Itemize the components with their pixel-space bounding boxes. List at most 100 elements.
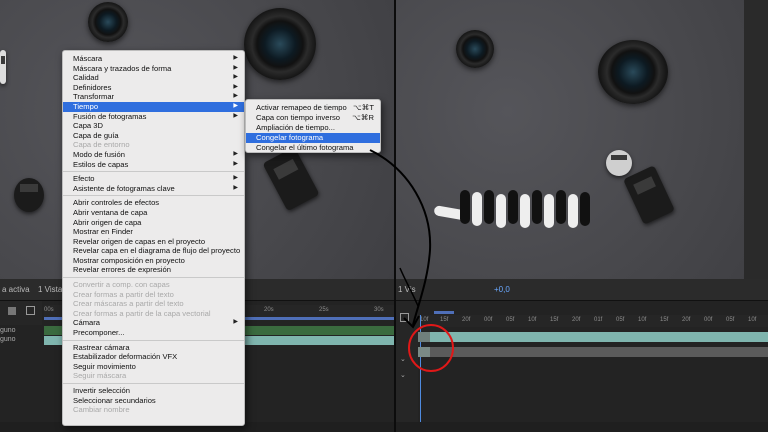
- audio-recorder: [623, 165, 675, 225]
- submenu-item[interactable]: Capa con tiempo inverso ⌥⌘R: [246, 113, 380, 123]
- graph-editor-icon[interactable]: [400, 313, 409, 322]
- small-object: [0, 50, 6, 84]
- ruler-tick: 00f: [484, 317, 493, 323]
- ruler-tick: 05f: [726, 317, 735, 323]
- submenu-arrow-icon: ▶: [233, 93, 238, 100]
- menu-item[interactable]: Máscara y trazados de forma ▶: [63, 64, 244, 74]
- menu-item[interactable]: Capa 3D: [63, 121, 244, 131]
- layer-track-short[interactable]: [418, 332, 430, 342]
- ruler-tick: 20f: [462, 317, 471, 323]
- ruler-tick: 10f: [528, 317, 537, 323]
- menu-item[interactable]: Invertir selección: [63, 386, 244, 396]
- menu-item[interactable]: Fusión de fotogramas ▶: [63, 112, 244, 122]
- ruler-tick: 10f: [420, 317, 429, 323]
- menu-item[interactable]: Efecto ▶: [63, 174, 244, 184]
- submenu-arrow-icon: ▶: [233, 184, 238, 191]
- menu-item[interactable]: Abrir origen de capa: [63, 218, 244, 228]
- camera-lens-large: [244, 8, 316, 80]
- menu-item[interactable]: Definidores ▶: [63, 83, 244, 93]
- ruler-tick: 10f: [638, 317, 647, 323]
- menu-item[interactable]: Revelar origen de capas en el proyecto: [63, 237, 244, 247]
- layer-context-menu: Máscara ▶ Máscara y trazados de forma ▶ Cali…: [62, 50, 245, 426]
- expand-chevron-icon[interactable]: ⌄: [400, 371, 406, 379]
- menu-item-label: Crear máscaras a partir del texto: [73, 299, 184, 309]
- menu-item[interactable]: Estabilizador deformación VFX: [63, 352, 244, 362]
- menu-item[interactable]: Transformar ▶: [63, 92, 244, 102]
- submenu-item[interactable]: Congelar el último fotograma: [246, 143, 380, 153]
- menu-item-label: Rastrear cámara: [73, 342, 130, 352]
- menu-item-label: Transformar: [73, 92, 115, 102]
- submenu-arrow-icon: ▶: [233, 64, 238, 71]
- menu-item: Crear máscaras a partir del texto: [63, 299, 244, 309]
- menu-item-label: Tiempo: [73, 101, 99, 111]
- graph-editor-icon[interactable]: [26, 306, 35, 315]
- submenu-arrow-icon: ▶: [233, 160, 238, 167]
- ruler-tick: 15f: [550, 317, 559, 323]
- view-layout-select[interactable]: 1 Vis: [398, 285, 416, 294]
- menu-item[interactable]: Capa de guía: [63, 131, 244, 141]
- menu-item-label: Revelar errores de expresión: [73, 265, 171, 275]
- right-composition-viewer: [396, 0, 768, 279]
- layer-label: guno: [0, 336, 16, 343]
- submenu-item[interactable]: Activar remapeo de tiempo ⌥⌘T: [246, 103, 380, 113]
- menu-item[interactable]: Máscara ▶: [63, 54, 244, 64]
- menu-item-label: Invertir selección: [73, 386, 130, 395]
- submenu-arrow-icon: ▶: [233, 319, 238, 326]
- menu-item-label: Efecto: [73, 174, 95, 184]
- submenu-item-label: Congelar fotograma: [256, 133, 324, 142]
- layer-track[interactable]: [430, 332, 768, 342]
- zoom-value[interactable]: +0,0: [494, 285, 510, 294]
- menu-item: Capa de entorno: [63, 140, 244, 150]
- timeline-tools: [0, 301, 42, 325]
- camera-lens-large: [598, 40, 668, 104]
- submenu-item-label: Activar remapeo de tiempo: [256, 103, 347, 112]
- menu-item: Cambiar nombre: [63, 405, 244, 415]
- layer-toggle-icon[interactable]: [8, 307, 16, 315]
- menu-item[interactable]: Revelar errores de expresión: [63, 265, 244, 275]
- layer-track[interactable]: [430, 347, 768, 357]
- menu-item[interactable]: Asistente de fotogramas clave ▶: [63, 184, 244, 194]
- menu-item-label: Mostrar composición en proyecto: [73, 255, 185, 265]
- menu-item: Convertir a comp. con capas: [63, 280, 244, 290]
- view-layout-select[interactable]: 1 Vista: [38, 285, 62, 294]
- menu-item[interactable]: Revelar capa en el diagrama de flujo del…: [63, 246, 244, 256]
- ruler-tick: 20s: [264, 307, 274, 313]
- submenu-item-label: Congelar el último fotograma: [256, 143, 354, 152]
- menu-item-label: Seguir movimiento: [73, 361, 136, 371]
- menu-item-label: Calidad: [73, 73, 99, 83]
- menu-item[interactable]: Modo de fusión ▶: [63, 150, 244, 160]
- right-time-ruler[interactable]: 10f 15f 20f 00f 05f 10f 15f 20f 01f 05f …: [418, 315, 768, 327]
- active-camera-label[interactable]: a activa: [2, 285, 30, 294]
- menu-item-label: Capa 3D: [73, 121, 103, 131]
- menu-item[interactable]: Abrir controles de efectos: [63, 198, 244, 208]
- timeline-footer: [396, 422, 768, 432]
- menu-separator: [63, 195, 244, 197]
- menu-item-label: Abrir origen de capa: [73, 217, 142, 227]
- menu-item[interactable]: Estilos de capas ▶: [63, 160, 244, 170]
- menu-item[interactable]: Precomponer...: [63, 328, 244, 338]
- menu-item[interactable]: Calidad ▶: [63, 73, 244, 83]
- expand-chevron-icon[interactable]: ⌄: [400, 355, 406, 363]
- menu-item[interactable]: Mostrar composición en proyecto: [63, 256, 244, 266]
- menu-item-label: Estabilizador deformación VFX: [73, 352, 178, 362]
- menu-item[interactable]: Seguir movimiento: [63, 362, 244, 372]
- menu-item-label: Estilos de capas: [73, 159, 129, 169]
- layer-track-frozen[interactable]: [418, 347, 430, 357]
- menu-item[interactable]: Mostrar en Finder: [63, 227, 244, 237]
- menu-item[interactable]: Rastrear cámara: [63, 343, 244, 353]
- menu-item-label: Capa de entorno: [73, 140, 130, 150]
- menu-item-label: Cámara: [73, 318, 101, 328]
- menu-item[interactable]: Tiempo ▶: [63, 101, 244, 112]
- menu-item-label: Máscara y trazados de forma: [73, 63, 172, 73]
- submenu-item-label: Capa con tiempo inverso: [256, 113, 340, 122]
- ruler-tick: 25s: [319, 307, 329, 313]
- menu-item[interactable]: Abrir ventana de capa: [63, 208, 244, 218]
- ruler-tick: 20f: [572, 317, 581, 323]
- submenu-item[interactable]: Ampliación de tiempo...: [246, 123, 380, 133]
- menu-item[interactable]: Seleccionar secundarios: [63, 396, 244, 406]
- menu-item[interactable]: Cámara ▶: [63, 318, 244, 328]
- ruler-tick: 05f: [506, 317, 515, 323]
- work-area-bar[interactable]: [434, 311, 454, 314]
- submenu-item[interactable]: Congelar fotograma: [246, 133, 380, 143]
- ruler-tick: 01f: [594, 317, 603, 323]
